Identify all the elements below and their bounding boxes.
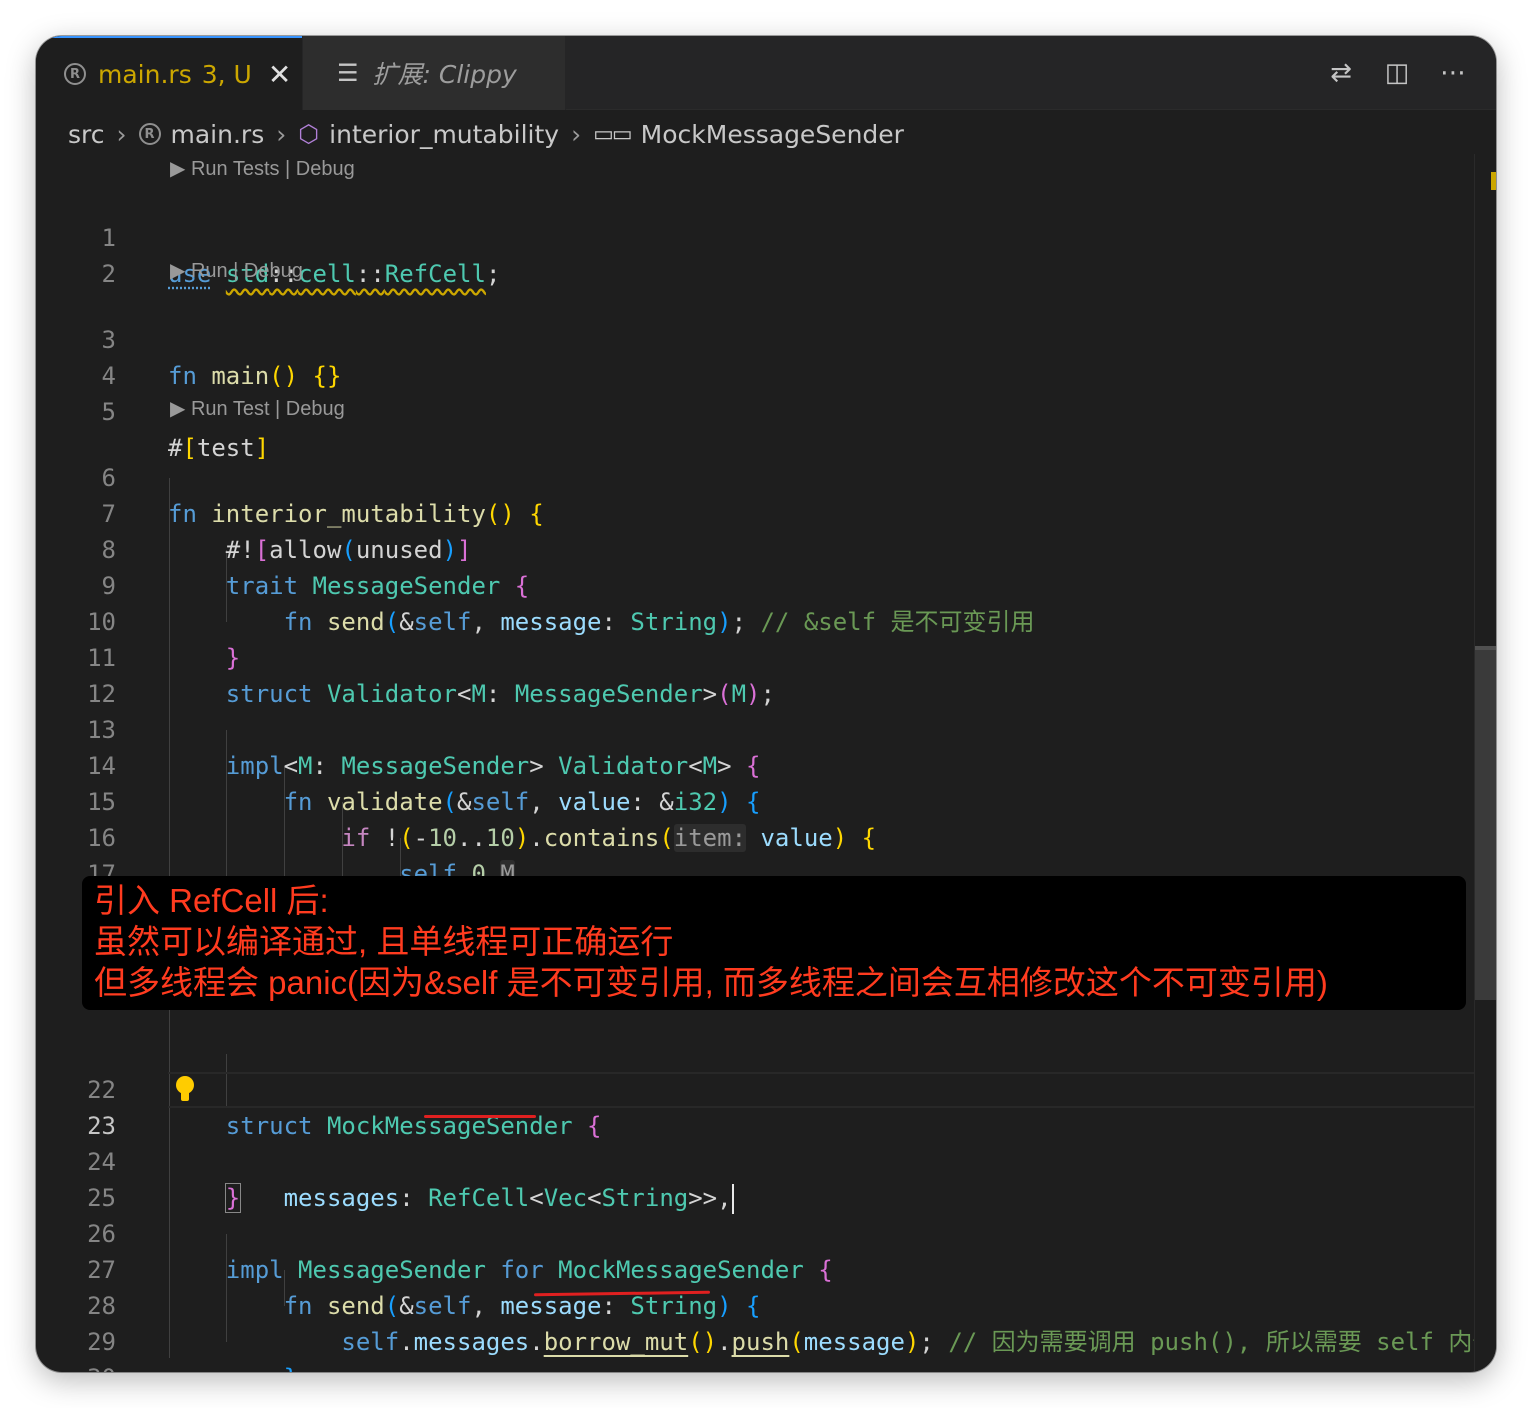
struct-icon: ▭▭ [593,121,633,147]
tab-bar: R main.rs 3, U ✕ ☰ 扩展: Clippy ⇄ ◫ ⋯ [36,36,1496,110]
editor-window: R main.rs 3, U ✕ ☰ 扩展: Clippy ⇄ ◫ ⋯ src … [36,36,1496,1372]
code-line: 28 self.messages.borrow_mut().push(messa… [36,1252,1496,1356]
annotation-line-3: 但多线程会 panic(因为&self 是不可变引用, 而多线程之间会互相修改这… [94,964,1328,1001]
tab-clippy-extension[interactable]: ☰ 扩展: Clippy [302,36,566,110]
code-line: 1 use std::cell::RefCell; [36,184,1496,288]
code-line: 29 } [36,1288,1496,1372]
scrollbar-thumb[interactable] [1475,650,1496,1000]
split-editor-icon[interactable]: ◫ [1382,58,1412,88]
code-line: 7 #![allow(unused)] [36,460,1496,564]
breadcrumb-item-function[interactable]: interior_mutability [329,120,559,149]
code-line: 11 struct Validator<M: MessageSender>(M)… [36,604,1496,708]
code-line: 25 [36,1144,1496,1212]
breadcrumb-item-src[interactable]: src [68,120,105,149]
code-line-current: 23 messages: RefCell<Vec<String>>, [36,1072,1496,1214]
code-line: 24 } [36,1108,1496,1213]
code-lens-run[interactable]: ▶ Run | Debug [170,256,303,286]
vertical-scrollbar[interactable] [1474,154,1496,1372]
code-line: 22 struct MockMessageSender { [36,1036,1496,1140]
code-line: 26 impl MessageSender for MockMessageSen… [36,1180,1496,1284]
annotation-line-2: 虽然可以编译通过, 且单线程可正确运行 [94,923,674,960]
code-line: 4 [36,322,1496,390]
compare-changes-icon[interactable]: ⇄ [1326,58,1356,88]
code-line: 2 [36,220,1496,288]
code-lens-run-test[interactable]: ▶ Run Test | Debug [170,394,345,424]
code-line: 31 } fn interior_mutability [36,1360,1496,1372]
tab-label: 扩展: Clippy [372,60,517,89]
breadcrumb-item-struct[interactable]: MockMessageSender [641,120,904,149]
code-line: 15 if !(-10..10).contains(item: value) { [36,748,1496,852]
annotation-box: 引入 RefCell 后: 虽然可以编译通过, 且单线程可正确运行 但多线程会 … [82,876,1466,1010]
annotation-line-1: 引入 RefCell 后: [94,882,329,919]
rust-file-icon: R [138,123,161,145]
code-line: 30 } [36,1324,1496,1372]
breadcrumb-item-file[interactable]: main.rs [171,120,265,149]
code-line: 9 fn send(&self, message: String); // &s… [36,532,1496,636]
code-line: 8 trait MessageSender { [36,496,1496,600]
annotation-underline-refcell [424,1115,536,1118]
lightbulb-icon[interactable] [176,1076,194,1104]
code-line: 5 #[test] [36,358,1496,462]
close-icon[interactable]: ✕ [268,58,291,91]
code-line: 16 self.0 M [36,784,1496,888]
code-line: 14 fn validate(&self, value: &i32) { [36,712,1496,816]
tab-status: 3, U [201,59,252,89]
chevron-right-icon: › [571,119,582,149]
module-cube-icon: ⬡ [298,120,320,148]
code-editor[interactable]: ▶ Run Tests | Debug 1 use std::cell::Ref… [36,154,1496,1372]
code-line: 13 impl<M: MessageSender> Validator<M> { [36,676,1496,780]
more-actions-icon[interactable]: ⋯ [1438,58,1468,88]
breadcrumb: src › R main.rs › ⬡ interior_mutability … [68,114,904,154]
preview-icon: ☰ [337,59,359,87]
tab-label: main.rs [98,59,192,89]
editor-actions: ⇄ ◫ ⋯ [1326,58,1468,88]
code-line: 3 fn main() {} [36,286,1496,390]
tab-main-rs[interactable]: R main.rs 3, U ✕ [36,36,302,110]
code-lens-run-tests[interactable]: ▶ Run Tests | Debug [170,154,355,184]
rust-file-icon: R [64,63,86,85]
code-line: 17 .send(message: format!("Value {} is n… [36,820,1496,924]
code-line: 27 fn send(&self, message: String) { [36,1216,1496,1320]
code-line: 6 fn interior_mutability() { [36,424,1496,528]
warning-marker [1491,172,1496,190]
code-line: 10 } [36,568,1496,672]
code-line: 12 [36,640,1496,708]
chevron-right-icon: › [276,119,287,149]
chevron-right-icon: › [116,119,127,149]
